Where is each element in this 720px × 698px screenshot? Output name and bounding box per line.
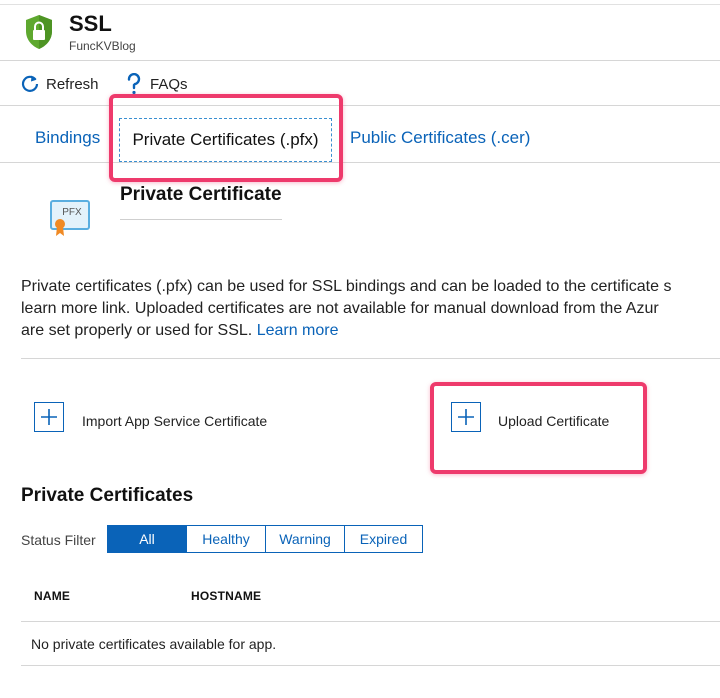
tab-public-certificates[interactable]: Public Certificates (.cer) [350,128,530,148]
tab-private-certificates[interactable]: Private Certificates (.pfx) [119,118,332,162]
refresh-icon [20,74,40,94]
table-bottom-divider [21,665,720,666]
shield-lock-icon [26,15,52,49]
tab-bindings[interactable]: Bindings [35,128,100,148]
status-filter-label: Status Filter [21,532,96,548]
section-heading: Private Certificate [120,184,282,205]
description-line-2: learn more link. Uploaded certificates a… [21,300,659,317]
description-line-3-text: are set properly or used for SSL. [21,322,253,339]
table-header-divider [21,621,720,622]
status-filter-group: All Healthy Warning Expired [107,525,423,553]
pfx-certificate-icon: PFX [50,200,90,236]
description-line-1: Private certificates (.pfx) can be used … [21,278,672,295]
plus-icon [451,402,481,432]
empty-list-message: No private certificates available for ap… [31,636,277,652]
question-icon [124,73,144,95]
pfx-icon-text: PFX [62,207,82,218]
top-border [0,4,720,5]
refresh-label: Refresh [46,75,99,93]
header-divider [0,60,720,61]
filter-healthy-button[interactable]: Healthy [186,525,266,553]
tab-private-certificates-label: Private Certificates (.pfx) [132,130,319,149]
faqs-button[interactable]: FAQs [124,71,188,97]
upload-label: Upload Certificate [498,412,610,429]
blade-title: SSL [69,11,112,36]
import-label: Import App Service Certificate [82,412,268,429]
heading-underline [120,219,282,220]
blade-subtitle: FuncKVBlog [69,39,136,53]
faqs-label: FAQs [150,75,188,93]
filter-expired-button[interactable]: Expired [344,525,423,553]
plus-icon [34,402,64,432]
learn-more-link[interactable]: Learn more [257,322,339,339]
import-app-service-certificate-button[interactable]: Import App Service Certificate [34,402,267,432]
filter-all-button[interactable]: All [107,525,187,553]
command-bar-divider [0,105,720,106]
tabs-divider [0,162,720,163]
description-text: Private certificates (.pfx) can be used … [21,276,720,342]
column-header-hostname[interactable]: HOSTNAME [191,589,261,603]
description-line-3: are set properly or used for SSL. Learn … [21,320,720,342]
refresh-button[interactable]: Refresh [20,71,99,97]
upload-certificate-button[interactable]: Upload Certificate [451,402,609,432]
list-title: Private Certificates [21,485,194,506]
column-header-name[interactable]: NAME [34,589,70,603]
description-divider [21,358,720,359]
filter-warning-button[interactable]: Warning [265,525,345,553]
